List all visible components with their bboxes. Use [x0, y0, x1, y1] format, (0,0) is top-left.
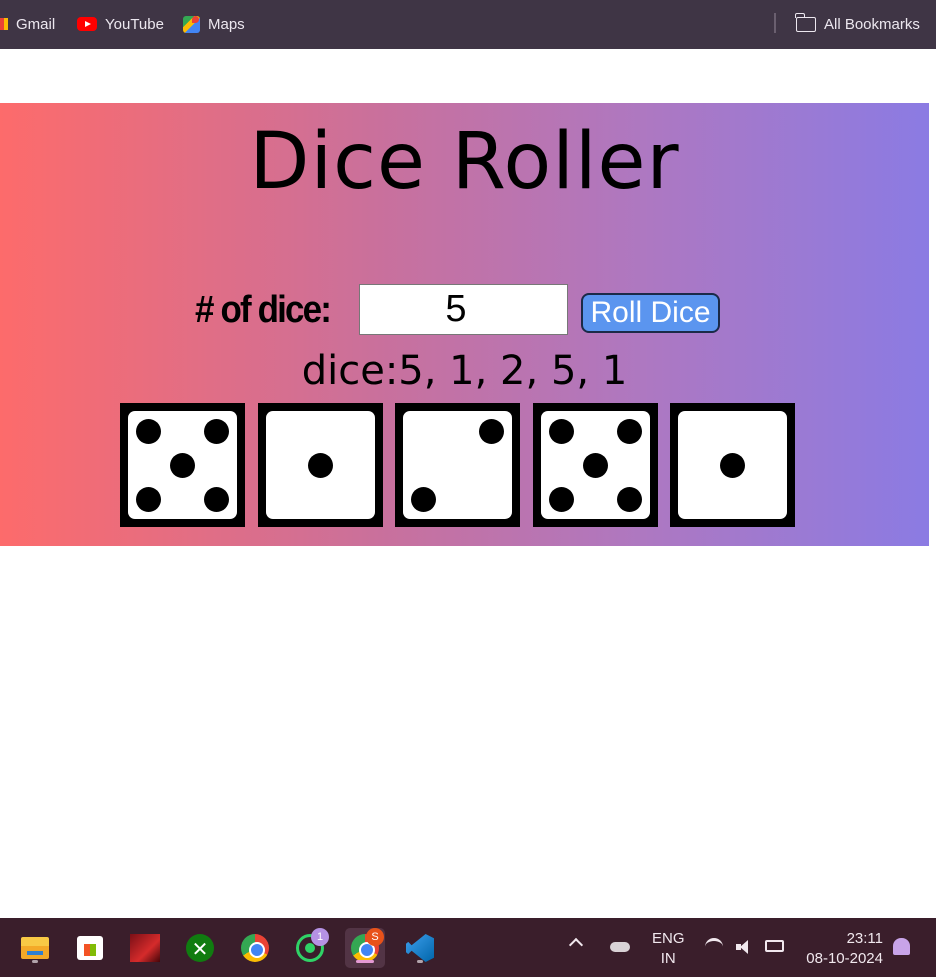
- system-clock[interactable]: 23:11 08-10-2024: [805, 929, 883, 969]
- taskbar-microsoft-store[interactable]: [70, 928, 110, 968]
- die-face: [266, 411, 375, 519]
- die-face: [678, 411, 787, 519]
- maps-icon: [183, 15, 200, 33]
- die-pip: [616, 418, 642, 444]
- die-pip: [582, 452, 608, 478]
- taskbar-vscode[interactable]: [400, 928, 440, 968]
- volume-icon[interactable]: [736, 940, 752, 954]
- bookmark-youtube[interactable]: YouTube: [77, 14, 164, 34]
- die-pip: [478, 418, 504, 444]
- notification-badge: 1: [311, 928, 329, 946]
- running-indicator: [32, 960, 38, 963]
- active-indicator: [356, 960, 374, 963]
- xbox-icon: [186, 934, 214, 962]
- taskbar-whatsapp[interactable]: 1: [290, 928, 330, 968]
- language-indicator[interactable]: ENG IN: [652, 929, 685, 969]
- bookmark-label: YouTube: [105, 15, 164, 33]
- die-image: [533, 403, 658, 527]
- bookmarks-bar: Gmail YouTube Maps All Bookmarks: [0, 0, 936, 49]
- die-pip: [203, 418, 229, 444]
- microsoft-store-icon: [77, 936, 103, 960]
- language-code: ENG: [652, 930, 685, 947]
- profile-badge: S: [366, 928, 384, 946]
- onedrive-cloud-icon[interactable]: [610, 942, 630, 952]
- die-pip: [548, 418, 574, 444]
- taskbar: 1 S ENG IN 23:11 08-10-2024: [0, 918, 936, 977]
- bookmark-label: Maps: [208, 15, 245, 33]
- die-pip: [719, 452, 745, 478]
- dice-count-input[interactable]: [359, 284, 568, 335]
- clock-date: 08-10-2024: [806, 950, 883, 967]
- roll-dice-button[interactable]: Roll Dice: [581, 293, 720, 333]
- die-image: [120, 403, 245, 527]
- die-face: [541, 411, 650, 519]
- all-bookmarks-button[interactable]: All Bookmarks: [795, 12, 920, 34]
- die-pip: [135, 486, 161, 512]
- die-pip: [203, 486, 229, 512]
- die-pip: [307, 452, 333, 478]
- bookmark-label: Gmail: [16, 15, 56, 33]
- controls-row: # of dice: Roll Dice: [0, 284, 929, 335]
- gmail-icon: [0, 18, 8, 30]
- game-icon: [130, 934, 160, 962]
- die-image: [670, 403, 795, 527]
- clock-time: 23:11: [846, 930, 883, 947]
- dice-result-text: dice:5, 1, 2, 5, 1: [301, 348, 628, 394]
- taskbar-file-explorer[interactable]: [15, 928, 55, 968]
- youtube-icon: [77, 17, 97, 31]
- show-hidden-icons-chevron-icon[interactable]: [568, 937, 584, 953]
- running-indicator: [417, 960, 423, 963]
- dice-count-label: # of dice:: [195, 289, 332, 331]
- die-pip: [135, 418, 161, 444]
- taskbar-chrome-profile[interactable]: S: [345, 928, 385, 968]
- all-bookmarks-label: All Bookmarks: [824, 15, 920, 33]
- die-face: [128, 411, 237, 519]
- die-image: [258, 403, 383, 527]
- taskbar-chrome[interactable]: [235, 928, 275, 968]
- die-pip: [616, 486, 642, 512]
- folder-icon: [795, 12, 816, 32]
- bookmarks-divider: [774, 13, 776, 33]
- die-pip: [548, 486, 574, 512]
- die-face: [403, 411, 512, 519]
- language-region: IN: [660, 950, 676, 967]
- bookmark-gmail[interactable]: Gmail: [0, 14, 55, 34]
- die-image: [395, 403, 520, 527]
- bookmark-maps[interactable]: Maps: [183, 14, 245, 34]
- notification-bell-icon[interactable]: [893, 938, 910, 955]
- wifi-icon[interactable]: [705, 938, 723, 956]
- dice-roller-panel: Dice Roller # of dice: Roll Dice dice:5,…: [0, 103, 929, 546]
- page-title: Dice Roller: [249, 117, 680, 207]
- file-explorer-icon: [21, 937, 49, 959]
- die-pip: [169, 452, 195, 478]
- battery-icon[interactable]: [765, 940, 784, 952]
- taskbar-xbox[interactable]: [180, 928, 220, 968]
- taskbar-game[interactable]: [125, 928, 165, 968]
- chrome-icon: [241, 934, 269, 962]
- die-pip: [410, 486, 436, 512]
- vscode-icon: [406, 934, 434, 962]
